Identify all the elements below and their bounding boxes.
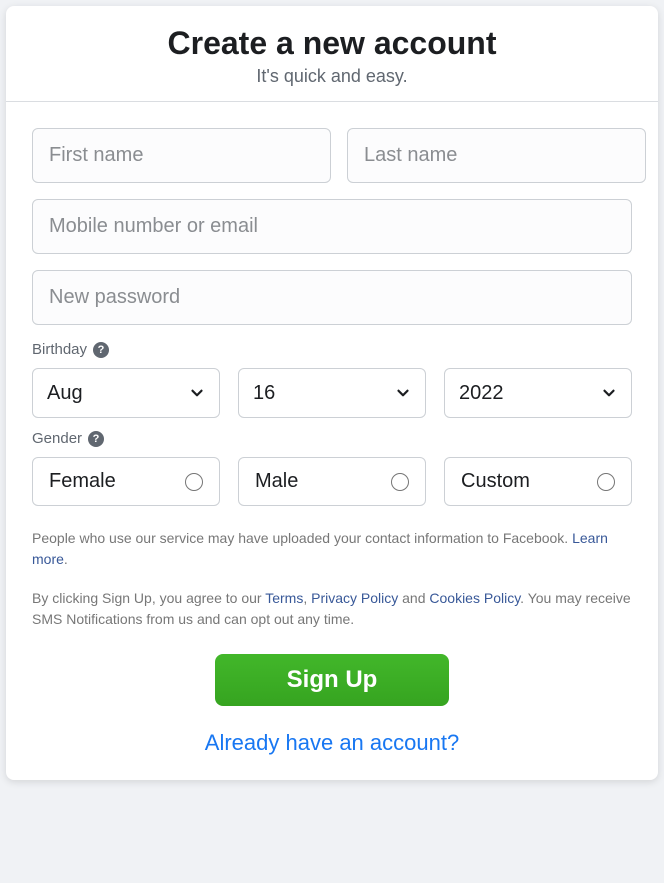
birthday-day-select[interactable]: 16: [238, 368, 426, 418]
signup-button[interactable]: Sign Up: [215, 654, 450, 706]
password-input[interactable]: [32, 270, 632, 325]
birthday-label: Birthday ?: [32, 341, 632, 358]
privacy-link[interactable]: Privacy Policy: [311, 590, 398, 606]
first-name-input[interactable]: [32, 128, 331, 183]
terms-link[interactable]: Terms: [265, 590, 303, 606]
header: Create a new account It's quick and easy…: [6, 6, 658, 102]
gender-label: Gender ?: [32, 430, 632, 447]
cookies-link[interactable]: Cookies Policy: [429, 590, 520, 606]
contact-input[interactable]: [32, 199, 632, 254]
already-have-account-link[interactable]: Already have an account?: [205, 730, 459, 755]
gender-radio-female[interactable]: [185, 473, 203, 491]
last-name-input[interactable]: [347, 128, 646, 183]
birthday-month-select[interactable]: Aug: [32, 368, 220, 418]
gender-option-male[interactable]: Male: [238, 457, 426, 506]
form-body: Birthday ? Aug 16: [6, 102, 658, 780]
gender-option-female[interactable]: Female: [32, 457, 220, 506]
disclaimer-contact: People who use our service may have uplo…: [32, 528, 632, 570]
disclaimer-terms: By clicking Sign Up, you agree to our Te…: [32, 588, 632, 630]
signup-card: Create a new account It's quick and easy…: [6, 6, 658, 780]
page-subtitle: It's quick and easy.: [22, 66, 642, 87]
birthday-help-icon[interactable]: ?: [93, 342, 109, 358]
page-title: Create a new account: [22, 24, 642, 62]
gender-help-icon[interactable]: ?: [88, 431, 104, 447]
gender-radio-custom[interactable]: [597, 473, 615, 491]
gender-radio-male[interactable]: [391, 473, 409, 491]
gender-option-custom[interactable]: Custom: [444, 457, 632, 506]
birthday-year-select[interactable]: 2022: [444, 368, 632, 418]
